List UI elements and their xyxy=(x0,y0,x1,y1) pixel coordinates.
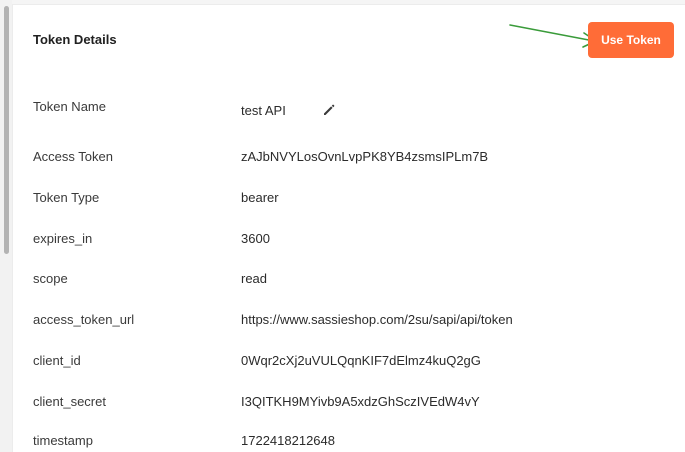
field-value: zAJbNVYLosOvnLvpPK8YB4zsmsIPLm7B xyxy=(241,149,489,164)
field-label: client_id xyxy=(33,353,81,368)
field-value: read xyxy=(241,271,268,286)
field-label: timestamp xyxy=(33,433,93,448)
field-value: https://www.sassieshop.com/2su/sapi/api/… xyxy=(241,312,513,327)
field-label: client_secret xyxy=(33,394,106,409)
token-details-window: Token Details Use Token Token Name test … xyxy=(0,0,685,452)
token-details-panel: Token Details Use Token Token Name test … xyxy=(12,4,685,452)
panel-title: Token Details xyxy=(33,32,117,47)
field-label: Access Token xyxy=(33,149,113,164)
field-label: scope xyxy=(33,271,68,286)
use-token-button[interactable]: Use Token xyxy=(588,22,674,58)
field-label: Token Type xyxy=(33,190,100,205)
vertical-scrollbar[interactable] xyxy=(0,0,12,452)
field-value: 3600 xyxy=(241,231,270,246)
field-value: bearer xyxy=(241,190,279,205)
field-value: 0Wqr2cXj2uVULQqnKIF7dElmz4kuQ2gG xyxy=(241,353,481,368)
field-value: test API xyxy=(241,103,286,118)
field-value: 1722418212648 xyxy=(241,433,335,448)
field-label: Token Name xyxy=(33,99,106,114)
field-label: access_token_url xyxy=(33,312,135,327)
scrollbar-thumb[interactable] xyxy=(4,6,9,254)
field-value: I3QITKH9MYivb9A5xdzGhSczIVEdW4vY xyxy=(241,394,480,409)
pencil-icon[interactable] xyxy=(322,103,336,117)
field-label: expires_in xyxy=(33,231,93,246)
